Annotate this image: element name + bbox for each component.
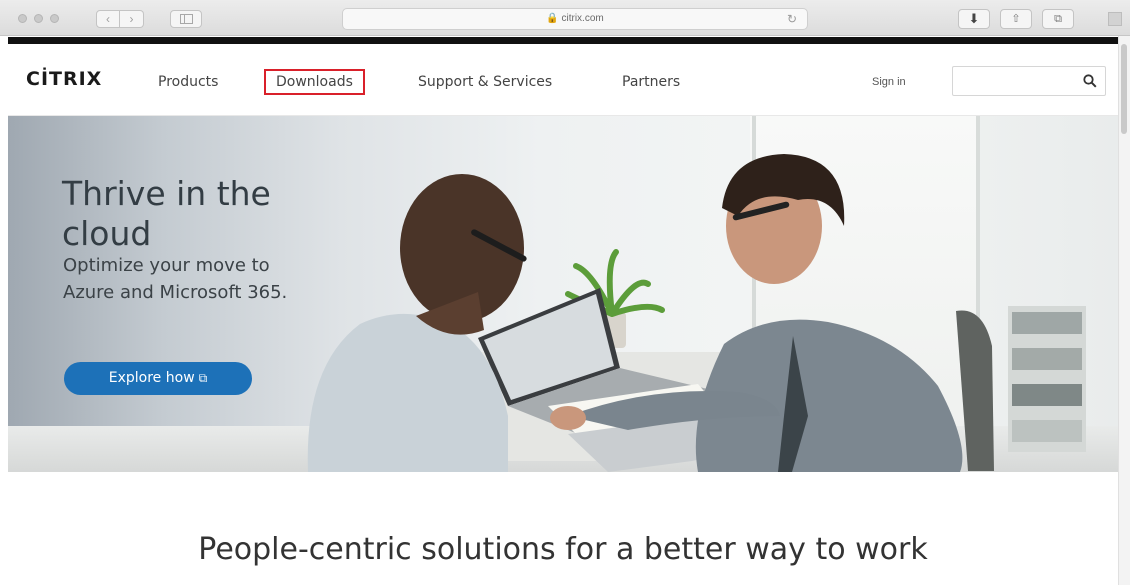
lock-icon: 🔒 (546, 13, 559, 24)
search-box (952, 66, 1106, 96)
explore-how-button[interactable]: Explore how ⧉ (64, 362, 252, 395)
window-controls (18, 14, 59, 23)
nav-support-services[interactable]: Support & Services (418, 74, 552, 90)
tabs-icon: ⧉ (1054, 13, 1062, 25)
reload-icon[interactable]: ↻ (787, 12, 797, 26)
external-link-icon: ⧉ (198, 371, 208, 385)
site-header: CİTRIX Products Downloads Support & Serv… (8, 44, 1118, 116)
minimize-window-button[interactable] (34, 14, 43, 23)
nav-products[interactable]: Products (158, 74, 218, 90)
toolbar-actions: ⬇ ⇧ ⧉ (958, 9, 1074, 29)
maximize-window-button[interactable] (50, 14, 59, 23)
tabs-button[interactable]: ⧉ (1042, 9, 1074, 29)
sign-in-link[interactable]: Sign in (872, 76, 906, 88)
top-strip (8, 37, 1118, 44)
chevron-left-icon: ‹ (106, 12, 110, 26)
back-button[interactable]: ‹ (96, 10, 120, 28)
search-input[interactable] (959, 71, 1075, 91)
address-bar[interactable]: 🔒 citrix.com ↻ (342, 8, 808, 30)
history-nav: ‹ › (96, 10, 144, 28)
hero-subtitle: Optimize your move to Azure and Microsof… (63, 255, 288, 303)
section-tagline: People-centric solutions for a better wa… (198, 532, 928, 567)
chevron-right-icon: › (129, 12, 134, 26)
explore-how-label: Explore how (108, 370, 195, 386)
citrix-logo[interactable]: CİTRIX (26, 68, 102, 90)
share-button[interactable]: ⇧ (1000, 9, 1032, 29)
forward-button[interactable]: › (120, 10, 144, 28)
share-icon: ⇧ (1011, 13, 1021, 25)
hero-banner: Thrive in the cloud Optimize your move t… (8, 116, 1118, 472)
download-icon: ⬇ (968, 11, 980, 26)
new-tab-button[interactable] (1108, 12, 1122, 26)
url-text: citrix.com (561, 13, 604, 24)
nav-downloads[interactable]: Downloads (264, 69, 365, 95)
scrollbar-thumb[interactable] (1121, 44, 1127, 134)
browser-toolbar: ‹ › 🔒 citrix.com ↻ ⬇ ⇧ ⧉ (0, 0, 1130, 36)
downloads-button[interactable]: ⬇ (958, 9, 990, 29)
sidebar-icon (180, 14, 193, 24)
nav-partners[interactable]: Partners (622, 74, 680, 90)
sidebar-toggle-button[interactable] (170, 10, 202, 28)
search-icon[interactable] (1083, 74, 1097, 88)
hero-title: Thrive in the cloud (62, 174, 271, 253)
close-window-button[interactable] (18, 14, 27, 23)
